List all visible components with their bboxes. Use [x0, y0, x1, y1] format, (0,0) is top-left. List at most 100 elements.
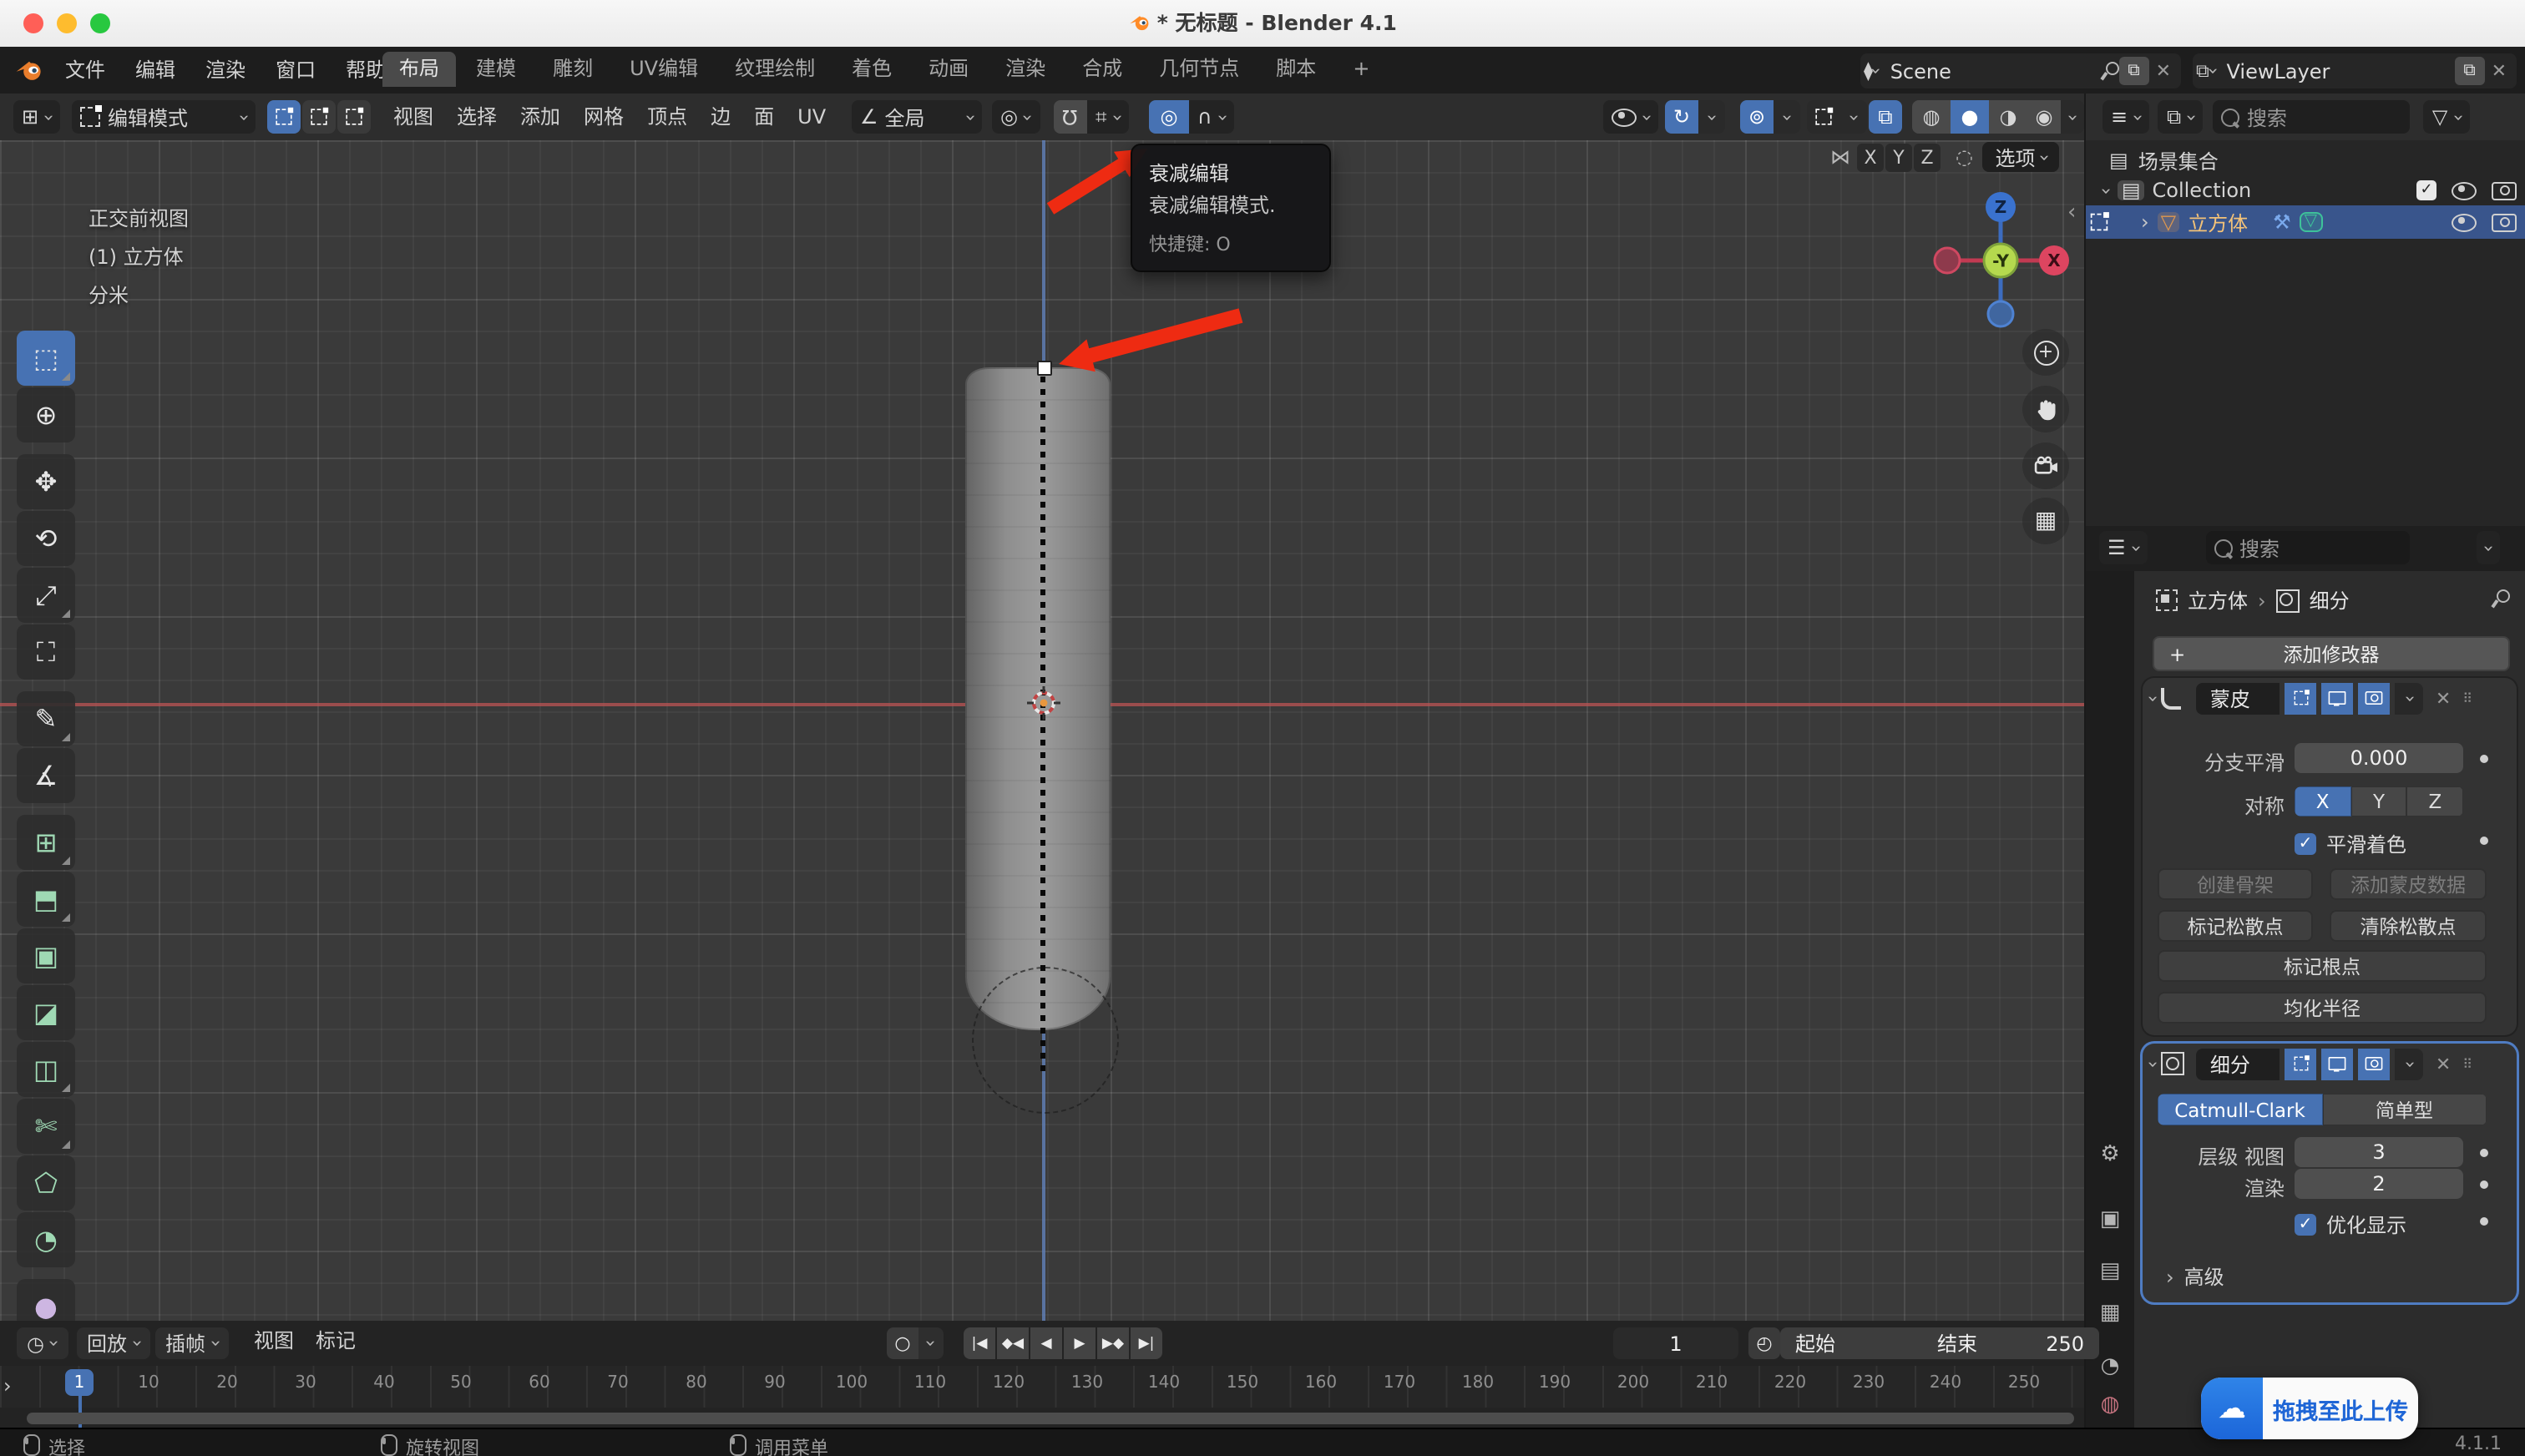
delete-modifier-button[interactable]: ✕ [2429, 687, 2457, 709]
timeline-scrollbar[interactable] [27, 1413, 2074, 1424]
symmetry-x-button[interactable]: X [2295, 786, 2350, 816]
render-visibility-icon[interactable] [2492, 181, 2517, 200]
workspace-tab[interactable]: 渲染 [989, 52, 1062, 87]
current-frame-field[interactable]: 1 [1613, 1327, 1738, 1359]
3d-viewport[interactable]: 衰减编辑 衰减编辑模式. 快捷键: O 正交前视图 (1) 立方体 分米 ⋈ X… [0, 140, 2084, 1321]
copy-viewlayer-button[interactable]: ⧉ [2455, 57, 2485, 85]
mode-selector[interactable]: 编辑模式 › [73, 100, 256, 134]
show-gizmo-toggle[interactable]: ↻ [1665, 100, 1698, 134]
workspace-tab[interactable]: 动画 [912, 52, 985, 87]
viewlayer-name[interactable]: ViewLayer [2217, 59, 2455, 83]
modifier-name-field[interactable]: 蒙皮 [2197, 682, 2280, 714]
edge-select-mode[interactable] [303, 100, 336, 134]
topbar-menu-item[interactable]: 窗口 [261, 47, 331, 94]
playback-menu[interactable]: 回放› [77, 1327, 151, 1359]
workspace-tab[interactable]: 几何节点 [1142, 52, 1256, 87]
workspace-tab[interactable]: 着色 [835, 52, 908, 87]
play-reverse-button[interactable]: ◀ [1030, 1327, 1062, 1359]
equalize-radii-button[interactable]: 均化半径 [2158, 992, 2487, 1024]
proportional-editing-toggle[interactable]: ◎ [1149, 100, 1189, 134]
animate-dot[interactable] [2480, 1217, 2488, 1226]
expand-icon[interactable]: › [2097, 187, 2115, 195]
realtime-display-toggle[interactable] [2322, 682, 2354, 714]
render-visibility-icon[interactable] [2492, 213, 2517, 231]
tool-loop-cut[interactable]: ◫ [17, 1042, 75, 1097]
tool-extrude[interactable]: ⬒ [17, 872, 75, 927]
viewport-menu-item[interactable]: UV [786, 94, 837, 140]
drag-handle[interactable]: ⠿ [2462, 1056, 2474, 1071]
topbar-menu-item[interactable]: 渲染 [190, 47, 261, 94]
tab-render[interactable]: ▣ [2086, 1199, 2134, 1239]
clear-loose-button[interactable]: 清除松散点 [2330, 910, 2487, 942]
timeline-ruler[interactable]: 1020304050607080901001101201301401501601… [0, 1366, 2084, 1408]
mesh-edit-overlay-button[interactable] [1807, 100, 1840, 134]
timeline-expand-arrow[interactable]: › [3, 1374, 12, 1398]
prev-keyframe-button[interactable]: ◆◀ [997, 1327, 1029, 1359]
outliner-row-collection[interactable]: › ▤ Collection ✓ [2086, 175, 2525, 205]
close-window-button[interactable] [23, 13, 43, 33]
properties-options-dropdown[interactable]: › [2477, 531, 2501, 564]
advanced-section-toggle[interactable]: › 高级 [2166, 1262, 2224, 1291]
transform-orientation-dropdown[interactable]: ∠ 全局 › [852, 100, 982, 134]
tool-poly-build[interactable]: ⬠ [17, 1155, 75, 1211]
mesh-edit-overlay-dropdown[interactable]: › [1840, 100, 1867, 134]
workspace-tab[interactable]: 建模 [459, 52, 533, 87]
frame-end-field[interactable]: 结束250 [1922, 1327, 2099, 1359]
outliner-row-scene-collection[interactable]: ▤ 场景集合 [2086, 145, 2525, 175]
tool-add-cube[interactable]: ⊞ [17, 815, 75, 870]
gizmo-dropdown[interactable]: › [1698, 100, 1725, 134]
workspace-tab[interactable]: UV编辑 [613, 52, 715, 87]
tab-world[interactable]: ◍ [2086, 1384, 2134, 1424]
animate-dot[interactable] [2480, 1149, 2488, 1157]
scene-name[interactable]: Scene [1880, 59, 2101, 83]
tool-move[interactable]: ✥ [17, 454, 75, 509]
animate-dot[interactable] [2480, 755, 2488, 763]
outliner-display-mode-dropdown[interactable]: ≡ › [2102, 100, 2150, 134]
upload-overlay-button[interactable]: ☁ 拖拽至此上传 [2201, 1378, 2418, 1439]
tool-bevel[interactable]: ◪ [17, 985, 75, 1040]
animate-dot[interactable] [2480, 837, 2488, 845]
jump-to-end-button[interactable]: ▶| [1131, 1327, 1162, 1359]
gizmo-minus-z-axis[interactable] [1988, 301, 2013, 326]
add-skin-data-button[interactable]: 添加蒙皮数据 [2330, 868, 2487, 900]
collapse-icon[interactable]: › [2143, 1060, 2162, 1068]
options-dropdown[interactable]: 选项 › [1983, 142, 2060, 172]
hide-eye-icon[interactable] [2452, 213, 2477, 231]
dashed-circle-icon[interactable]: ◌ [1956, 147, 1973, 167]
zoom-window-button[interactable] [90, 13, 110, 33]
timeline-marker-menu[interactable]: 标记 [301, 1317, 371, 1364]
pivot-point-dropdown[interactable]: ◎ › [992, 100, 1040, 134]
shading-rendered-button[interactable]: ◉ [2027, 100, 2061, 134]
viewport-menu-item[interactable]: 边 [699, 94, 742, 140]
timeline-view-menu[interactable]: 视图 [239, 1317, 309, 1364]
delete-scene-button[interactable]: ✕ [2149, 60, 2178, 82]
snap-settings-dropdown[interactable]: ⌗ › [1087, 100, 1129, 134]
shading-material-button[interactable]: ◑ [1989, 100, 2027, 134]
optimal-display-checkbox[interactable]: ✓ [2295, 1214, 2316, 1236]
workspace-tab[interactable]: 合成 [1065, 52, 1139, 87]
workspace-tab[interactable]: 布局 [382, 52, 456, 87]
auto-keying-toggle[interactable]: ○ [887, 1327, 918, 1359]
shading-dropdown[interactable]: › [2061, 100, 2084, 134]
blender-menu-icon[interactable] [15, 58, 43, 82]
mark-root-button[interactable]: 标记根点 [2158, 950, 2487, 982]
mirror-z-button[interactable]: Z [1914, 143, 1941, 171]
tool-spin[interactable]: ◔ [17, 1212, 75, 1267]
topbar-menu-item[interactable]: 文件 [50, 47, 120, 94]
drag-handle[interactable]: ⠿ [2462, 690, 2474, 705]
create-armature-button[interactable]: 创建骨架 [2158, 868, 2313, 900]
snap-toggle-button[interactable]: Ω [1054, 100, 1087, 134]
viewlayer-selector[interactable]: ⧉ › ViewLayer ⧉ ✕ [2193, 53, 2517, 88]
tool-knife[interactable]: ✄ [17, 1099, 75, 1154]
zoom-view-button[interactable]: + [2022, 329, 2069, 376]
tool-cursor[interactable]: ⊕ [17, 387, 75, 442]
proportional-falloff-dropdown[interactable]: ∩ › [1189, 100, 1234, 134]
workspace-tab[interactable]: 脚本 [1259, 52, 1333, 87]
pin-icon[interactable] [2492, 589, 2510, 608]
viewport-menu-item[interactable]: 视图 [382, 94, 445, 140]
modifier-extras-dropdown[interactable]: › [2396, 1048, 2424, 1079]
delete-modifier-button[interactable]: ✕ [2429, 1053, 2457, 1074]
expand-icon[interactable]: › [2141, 210, 2149, 234]
properties-editor-type[interactable]: ☰ › [2099, 531, 2148, 564]
pin-icon[interactable] [2101, 62, 2119, 80]
